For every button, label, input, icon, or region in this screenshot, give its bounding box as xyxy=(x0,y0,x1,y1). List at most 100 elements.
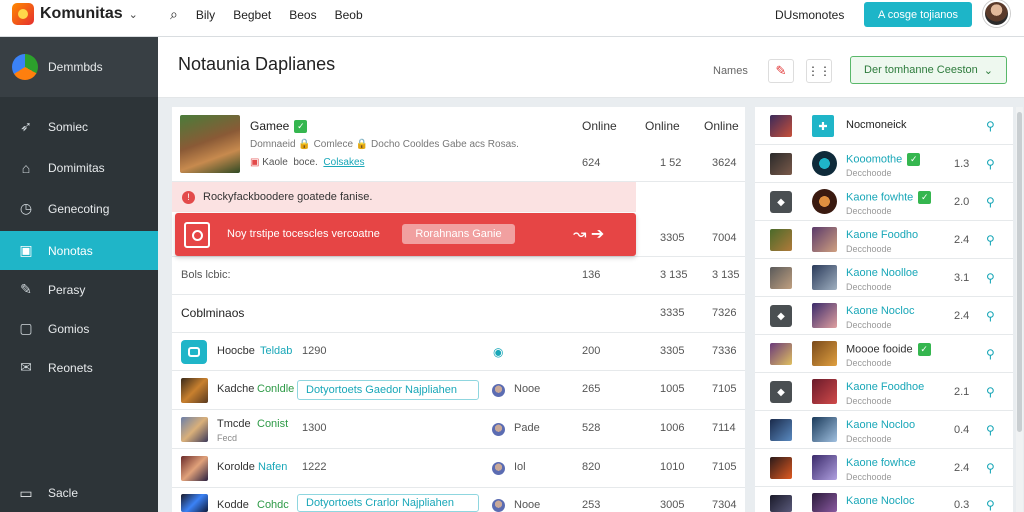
row-pill-button[interactable]: Dotyortoets Crarlor Najpliahen xyxy=(297,494,479,512)
right-list-item[interactable]: Kaone Nocloo Decchoode 0.4 ⚲ xyxy=(755,411,1013,449)
game-thumbnail[interactable] xyxy=(770,457,792,479)
featured-game-thumbnail[interactable] xyxy=(180,115,240,173)
right-list-item[interactable]: ◆ Kaone Nocloc Decchoode 2.4 ⚲ xyxy=(755,297,1013,335)
user-avatar[interactable] xyxy=(492,462,505,475)
forward-arrows-icon[interactable]: ↝ ➔ xyxy=(573,224,604,244)
brand[interactable]: Komunitas ⌄ xyxy=(12,3,138,25)
game-thumbnail[interactable] xyxy=(181,456,208,481)
row-tag[interactable]: Cohdc xyxy=(257,499,289,511)
row-name: Tmcde xyxy=(217,418,251,430)
top-cta-button[interactable]: A cosge tojianos xyxy=(864,2,972,27)
right-panel-header[interactable]: ✚ Nocmoneick ⚲ xyxy=(755,107,1013,145)
right-item-name: Kaone Noolloe xyxy=(846,267,919,279)
user-avatar[interactable] xyxy=(492,423,505,436)
game-thumbnail[interactable] xyxy=(770,153,792,175)
right-list-item[interactable]: Kaone Foodho Decchoode 2.4 ⚲ xyxy=(755,221,1013,259)
top-right-link[interactable]: DUsmonotes xyxy=(775,8,844,22)
game-thumbnail[interactable] xyxy=(770,495,792,512)
game-thumbnail[interactable] xyxy=(181,340,207,364)
sidebar-item-somiec[interactable]: ➶ Somiec xyxy=(0,107,158,146)
chevron-down-icon[interactable]: ⌄ xyxy=(129,8,138,21)
right-list-item[interactable]: ◆ Kaone Foodhoe Decchoode 2.1 ⚲ xyxy=(755,373,1013,411)
game-avatar[interactable] xyxy=(812,189,837,214)
game-thumbnail[interactable] xyxy=(181,417,208,442)
game-thumbnail[interactable] xyxy=(770,229,792,251)
game-avatar[interactable] xyxy=(812,417,837,442)
link-icon[interactable]: ⚲ xyxy=(986,233,995,247)
link-icon[interactable]: ⚲ xyxy=(986,271,995,285)
game-avatar[interactable] xyxy=(812,227,837,252)
game-thumbnail[interactable] xyxy=(770,419,792,441)
column-header-online[interactable]: Online xyxy=(645,119,680,133)
pin-button[interactable]: ✎ xyxy=(768,59,794,83)
grid-button[interactable]: ⋮⋮ xyxy=(806,59,832,83)
row-tag[interactable]: Nafen xyxy=(258,461,287,473)
link-icon[interactable]: ⚲ xyxy=(986,195,995,209)
game-avatar[interactable] xyxy=(812,455,837,480)
link-icon[interactable]: ⚲ xyxy=(986,309,995,323)
sidebar-item-domimitas[interactable]: ⌂ Domimitas xyxy=(0,148,158,187)
featured-link[interactable]: Colsakes xyxy=(323,157,364,168)
sidebar-item-reonets[interactable]: ✉ Reonets xyxy=(0,348,158,387)
game-avatar[interactable] xyxy=(812,379,837,404)
top-nav-item[interactable]: Bily xyxy=(196,8,215,22)
top-nav-item[interactable]: Begbet xyxy=(233,8,271,22)
row-name: Kadche xyxy=(217,383,255,395)
game-avatar[interactable] xyxy=(812,151,837,176)
link-icon[interactable]: ⚲ xyxy=(986,423,995,437)
filter-dropdown[interactable]: Der tomhanne Ceeston ⌄ xyxy=(850,56,1007,84)
table-row[interactable]: Hoocbe Teldab 1290 ◉ 200 3305 7336 xyxy=(172,333,745,371)
top-nav-item[interactable]: Beob xyxy=(335,8,363,22)
link-icon[interactable]: ⚲ xyxy=(986,498,995,512)
right-list-item[interactable]: Kaone Noolloe Decchoode 3.1 ⚲ xyxy=(755,259,1013,297)
sidebar-item-perasy[interactable]: ✎ Perasy xyxy=(0,270,158,309)
search-icon[interactable]: ⌕ xyxy=(170,6,178,23)
featured-row[interactable]: Gamee ✓ Domnaeid 🔒 Comlece 🔒 Docho Coolde… xyxy=(172,107,745,182)
game-thumbnail[interactable] xyxy=(770,115,792,137)
right-item-sub: Decchoode xyxy=(846,472,892,482)
right-list-item[interactable]: Moooe fooide ✓ Decchoode ⚲ xyxy=(755,335,1013,373)
top-nav-item[interactable]: Beos xyxy=(289,8,316,22)
right-list-item[interactable]: Kaone fowhce Decchoode 2.4 ⚲ xyxy=(755,449,1013,487)
table-row[interactable]: Bols lcbic: 136 3 135 3 135 xyxy=(172,257,745,295)
game-thumbnail[interactable] xyxy=(770,343,792,365)
row-pill-button[interactable]: Dotyortoets Gaedor Najpliahen xyxy=(297,380,479,400)
section-row[interactable]: Coblminaos 3335 7326 xyxy=(172,295,745,333)
sidebar-item-sacle[interactable]: ▭ Sacle xyxy=(0,474,158,512)
row-tag[interactable]: Conldle xyxy=(257,383,294,395)
game-avatar[interactable] xyxy=(812,303,837,328)
row-tag[interactable]: Conist xyxy=(257,418,288,430)
link-icon[interactable]: ⚲ xyxy=(986,461,995,475)
link-icon[interactable]: ⚲ xyxy=(986,157,995,171)
scrollbar-thumb[interactable] xyxy=(1017,112,1022,432)
table-row[interactable]: Kodde Cohdc Dotyortoets Crarlor Najpliah… xyxy=(172,488,745,512)
game-avatar[interactable] xyxy=(812,265,837,290)
game-thumbnail[interactable] xyxy=(181,494,208,512)
game-thumbnail[interactable] xyxy=(770,267,792,289)
game-avatar[interactable] xyxy=(812,341,837,366)
cell-value: 7004 xyxy=(712,232,737,244)
table-row[interactable]: Tmcde Conist Fecd 1300 Pade 528 1006 711… xyxy=(172,410,745,449)
link-icon[interactable]: ⚲ xyxy=(986,385,995,399)
link-icon[interactable]: ⚲ xyxy=(986,119,995,133)
right-list-item[interactable]: ◆ Kaone fowhte ✓ Decchoode 2.0 ⚲ xyxy=(755,183,1013,221)
user-avatar[interactable] xyxy=(492,499,505,512)
row-tag[interactable]: Teldab xyxy=(260,345,292,357)
link-icon[interactable]: ⚲ xyxy=(986,347,995,361)
sidebar-item-gomios[interactable]: ▢ Gomios xyxy=(0,309,158,348)
right-list-item[interactable]: Kaone Nocloc 0.3 ⚲ xyxy=(755,487,1013,512)
table-row[interactable]: Korolde Nafen 1222 Iol 820 1010 7105 xyxy=(172,449,745,488)
user-avatar[interactable] xyxy=(983,0,1010,27)
game-thumbnail[interactable] xyxy=(181,378,208,403)
right-item-name: Kaone Nocloc xyxy=(846,495,915,507)
sidebar-header[interactable]: Demmbds xyxy=(0,37,158,97)
game-avatar[interactable] xyxy=(812,493,837,512)
table-row[interactable]: Kadche Conldle Dotyortoets Gaedor Najpli… xyxy=(172,371,745,410)
right-list-item[interactable]: Kooomothe ✓ Decchoode 1.3 ⚲ xyxy=(755,145,1013,183)
column-header-online[interactable]: Online xyxy=(582,119,617,133)
user-avatar[interactable] xyxy=(492,384,505,397)
sidebar-item-genecoting[interactable]: ◷ Genecoting xyxy=(0,189,158,228)
error-toast-action-button[interactable]: Rorahnans Ganie xyxy=(402,224,515,244)
column-header-online[interactable]: Online xyxy=(704,119,739,133)
sidebar-item-nonotas[interactable]: ▣ Nonotas xyxy=(0,231,158,270)
